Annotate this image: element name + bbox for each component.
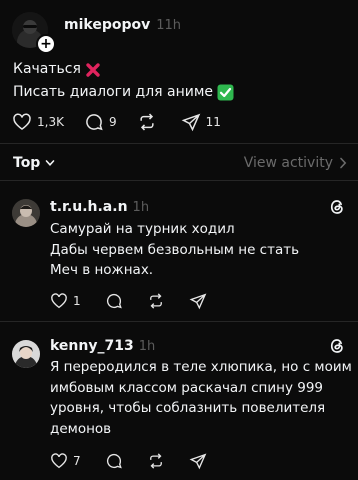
post-line-text: Качаться	[13, 61, 81, 77]
reply-header: t.r.u.h.a.n 1h	[50, 199, 149, 215]
like-count: 1	[73, 294, 81, 308]
sort-bar: Top View activity	[0, 150, 358, 176]
repost-button[interactable]	[147, 452, 165, 470]
post-line: Писать диалоги для аниме	[13, 81, 234, 104]
reply-time: 1h	[138, 339, 156, 354]
heart-icon	[51, 453, 67, 469]
reply-button[interactable]	[105, 292, 123, 310]
like-button[interactable]: 1	[50, 292, 81, 310]
divider	[0, 180, 358, 181]
like-button[interactable]: 7	[50, 452, 81, 470]
reply-body: Я переродился в теле хлюпика, но с моим …	[50, 357, 352, 439]
post-line-text: Писать диалоги для аниме	[13, 84, 214, 100]
repost-icon	[149, 293, 162, 309]
view-activity-link[interactable]: View activity	[244, 155, 347, 171]
view-activity-label: View activity	[243, 155, 333, 171]
share-button[interactable]	[189, 292, 207, 310]
share-button[interactable]	[189, 452, 207, 470]
post-actions: 1,3K 9 11	[12, 112, 221, 132]
reply-body: Самурай на турник ходил Дабы червем безв…	[50, 219, 340, 281]
comment-icon	[106, 453, 122, 469]
send-icon	[189, 453, 207, 470]
like-count: 7	[73, 454, 81, 468]
reply-avatar[interactable]	[12, 340, 40, 368]
comment-icon	[106, 293, 122, 309]
share-button[interactable]: 11	[181, 112, 221, 132]
check-mark-icon	[217, 84, 234, 101]
heart-icon	[13, 113, 31, 131]
reply-time: 1h	[132, 200, 150, 215]
divider	[0, 321, 358, 322]
threads-icon[interactable]	[328, 198, 346, 216]
send-icon	[189, 293, 207, 310]
reply-author[interactable]: t.r.u.h.a.n	[50, 199, 128, 215]
chevron-right-icon	[340, 157, 347, 169]
cross-mark-icon	[85, 62, 101, 78]
reply-line: демонов	[50, 420, 112, 437]
chevron-down-icon	[46, 160, 55, 166]
reply-author[interactable]: kenny_713	[50, 338, 134, 354]
reply-line: Меч в ножнах.	[50, 262, 154, 278]
reply-actions: 1	[50, 292, 207, 310]
like-button[interactable]: 1,3K	[12, 112, 64, 132]
repost-icon	[140, 113, 154, 131]
reply-button[interactable]	[105, 452, 123, 470]
sort-dropdown[interactable]: Top	[13, 155, 55, 171]
reply-button[interactable]: 9	[84, 112, 117, 132]
comment-icon	[86, 114, 103, 131]
divider	[0, 143, 358, 144]
post-header: mikepopov 11h	[64, 17, 181, 33]
reply-line: уровня, чтобы соблазнить повелителя	[50, 400, 326, 416]
reply-line: Самурай на турник ходил	[50, 221, 235, 237]
sort-label: Top	[13, 155, 41, 171]
reply-header: kenny_713 1h	[50, 338, 155, 354]
reply-line: Я переродился в теле хлюпика, но с моим	[50, 359, 352, 375]
reply-line: Дабы червем безвольным не стать	[50, 241, 300, 258]
reply-avatar[interactable]	[12, 199, 40, 227]
threads-icon[interactable]	[328, 337, 346, 355]
follow-plus-icon[interactable]: +	[36, 34, 56, 54]
reply-actions: 7	[50, 452, 207, 470]
reply-line: имбовым классом раскачал спину 999	[50, 379, 324, 396]
repost-button[interactable]	[137, 112, 157, 132]
post-time: 11h	[156, 18, 182, 33]
repost-button[interactable]	[147, 292, 165, 310]
share-count: 11	[205, 115, 221, 129]
heart-icon	[51, 293, 67, 309]
post-line: Качаться	[13, 58, 234, 81]
post-body: Качаться Писать диалоги для аниме	[13, 58, 234, 104]
author-name[interactable]: mikepopov	[64, 17, 150, 33]
send-icon	[181, 113, 200, 132]
reply-count: 9	[108, 115, 117, 129]
like-count: 1,3K	[37, 115, 64, 129]
repost-icon	[149, 453, 162, 469]
